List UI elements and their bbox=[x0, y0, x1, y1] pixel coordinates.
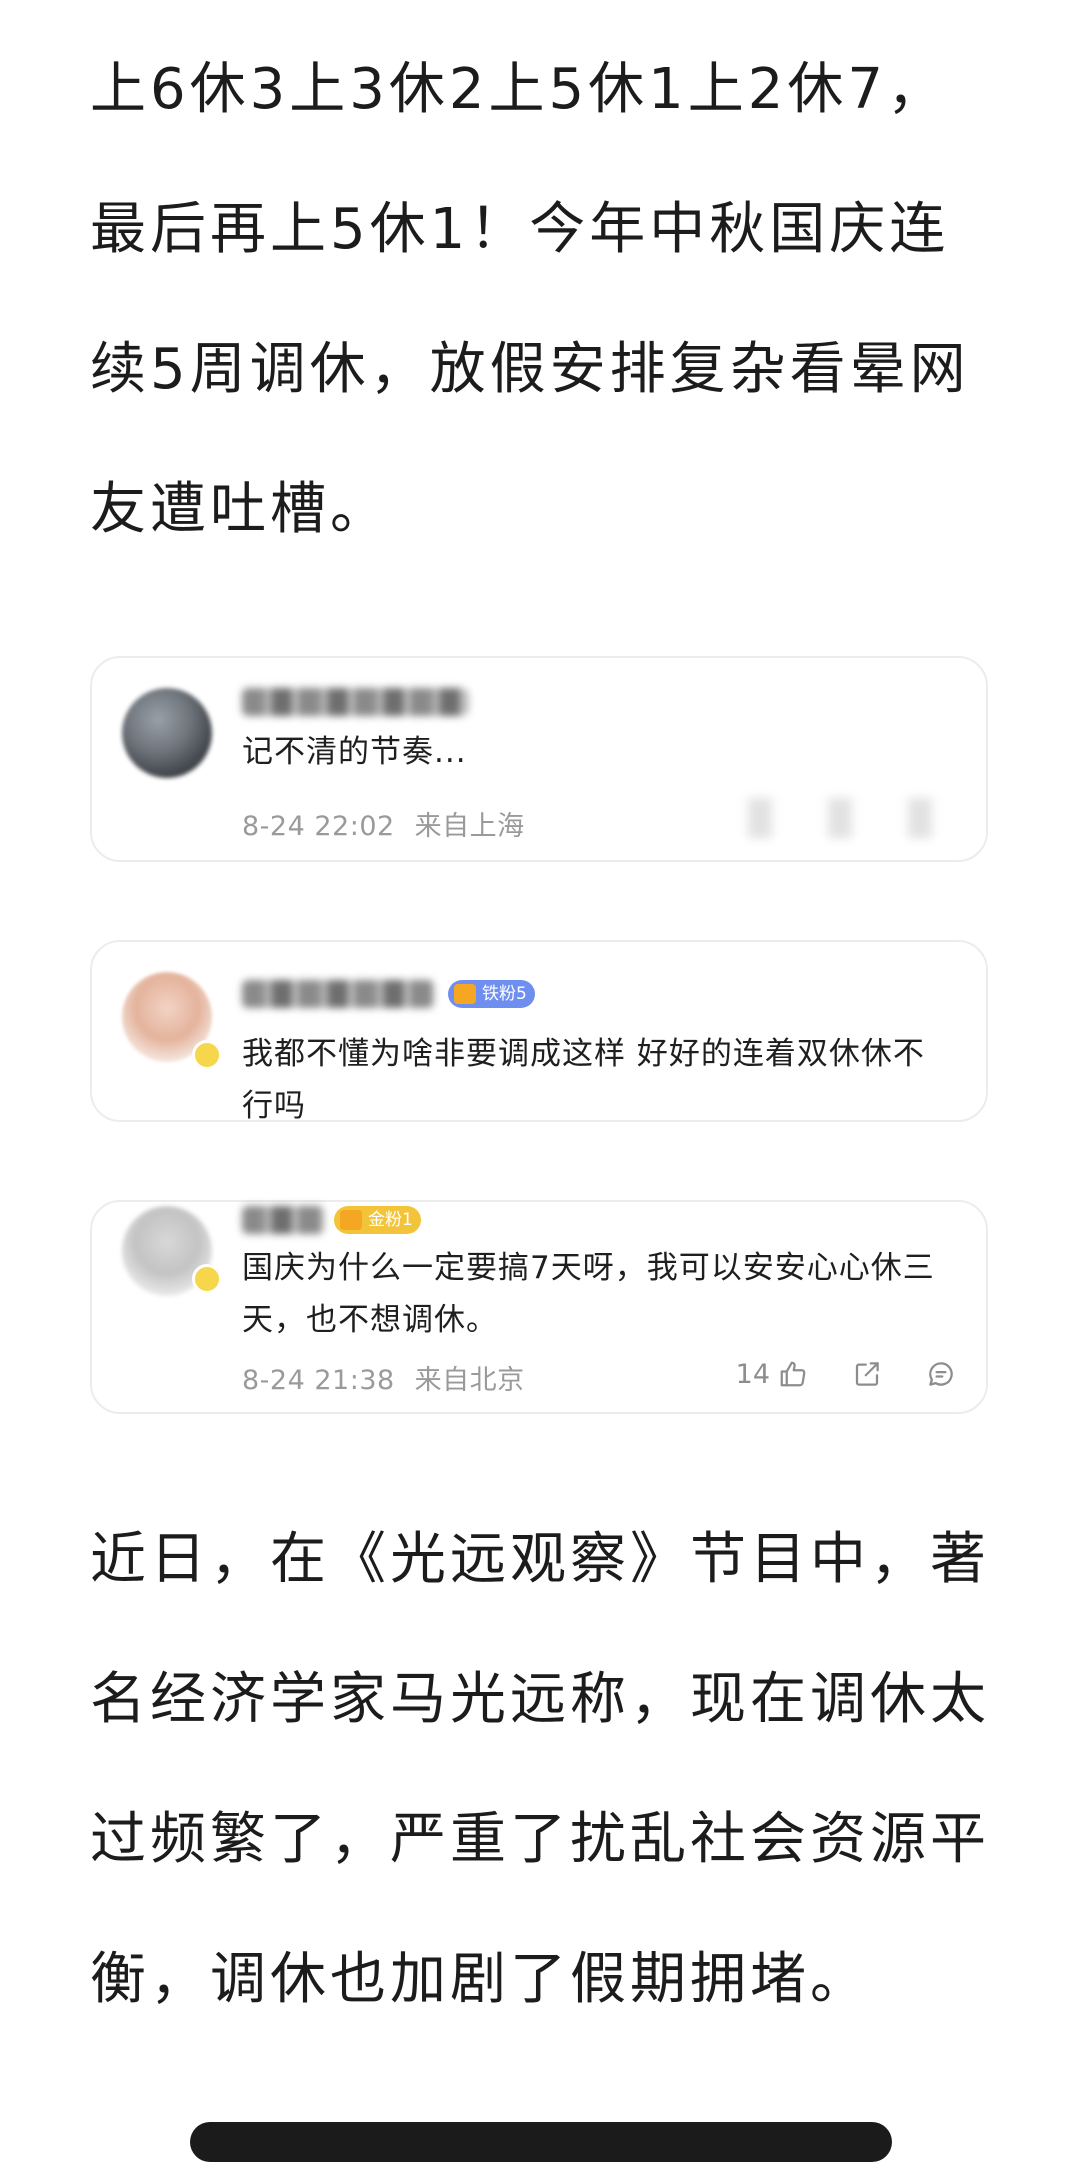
comment-actions: 14 bbox=[736, 1352, 956, 1396]
share-icon bbox=[855, 1362, 879, 1386]
comment-card[interactable]: 铁粉5 我都不懂为啥非要调成这样 好好的连着双休休不行吗 bbox=[90, 940, 988, 1124]
fan-badge-label: 金粉1 bbox=[368, 1210, 413, 1230]
verified-badge-icon bbox=[192, 1040, 222, 1070]
username-blurred[interactable] bbox=[242, 1206, 324, 1234]
crown-icon bbox=[454, 984, 476, 1004]
article-paragraph-1: 上6休3上3休2上5休1上2休7，最后再上5休1！今年中秋国庆连续5周调休，放假… bbox=[90, 57, 970, 542]
comment-location: 来自上海 bbox=[414, 811, 525, 842]
comment-card[interactable]: 记不清的节奏... 8-24 22:02 来自上海 bbox=[90, 656, 988, 862]
fan-badge[interactable]: 金粉1 bbox=[334, 1206, 421, 1234]
like-button[interactable]: 14 bbox=[736, 1359, 808, 1390]
fan-badge[interactable]: 铁粉5 bbox=[448, 980, 535, 1008]
comment-date: 8-24 21:38 bbox=[242, 1365, 395, 1396]
comment-text: 我都不懂为啥非要调成这样 好好的连着双休休不行吗 bbox=[242, 1036, 925, 1124]
comment-text: 记不清的节奏... bbox=[242, 734, 467, 770]
comment-location: 来自北京 bbox=[414, 1365, 525, 1396]
comment-text: 国庆为什么一定要搞7天呀，我可以安安心心休三天，也不想调休。 bbox=[242, 1250, 935, 1338]
comment-card[interactable]: 金粉1 国庆为什么一定要搞7天呀，我可以安安心心休三天，也不想调休。 8-24 … bbox=[90, 1200, 988, 1414]
like-count: 14 bbox=[735, 1358, 770, 1390]
comment-meta: 8-24 21:38 来自北京 bbox=[242, 1358, 525, 1397]
comment-date: 8-24 22:02 bbox=[242, 811, 395, 842]
share-button[interactable] bbox=[852, 1359, 882, 1389]
reply-button[interactable] bbox=[926, 1359, 956, 1389]
crown-icon bbox=[340, 1210, 362, 1230]
verified-badge-icon bbox=[192, 1264, 222, 1294]
actions-blurred bbox=[720, 798, 966, 838]
image-preview-edge bbox=[190, 2122, 892, 2162]
thumbs-up-icon bbox=[780, 1361, 806, 1387]
username-blurred[interactable] bbox=[242, 688, 468, 716]
comment-meta: 8-24 22:02 来自上海 bbox=[242, 804, 525, 843]
comment-icon bbox=[929, 1362, 953, 1386]
article-paragraph-2: 近日，在《光远观察》节目中，著名经济学家马光远称，现在调休太过频繁了，严重了扰乱… bbox=[90, 1527, 990, 2012]
avatar[interactable] bbox=[122, 688, 212, 778]
fan-badge-label: 铁粉5 bbox=[482, 984, 527, 1004]
username-blurred[interactable] bbox=[242, 980, 434, 1008]
